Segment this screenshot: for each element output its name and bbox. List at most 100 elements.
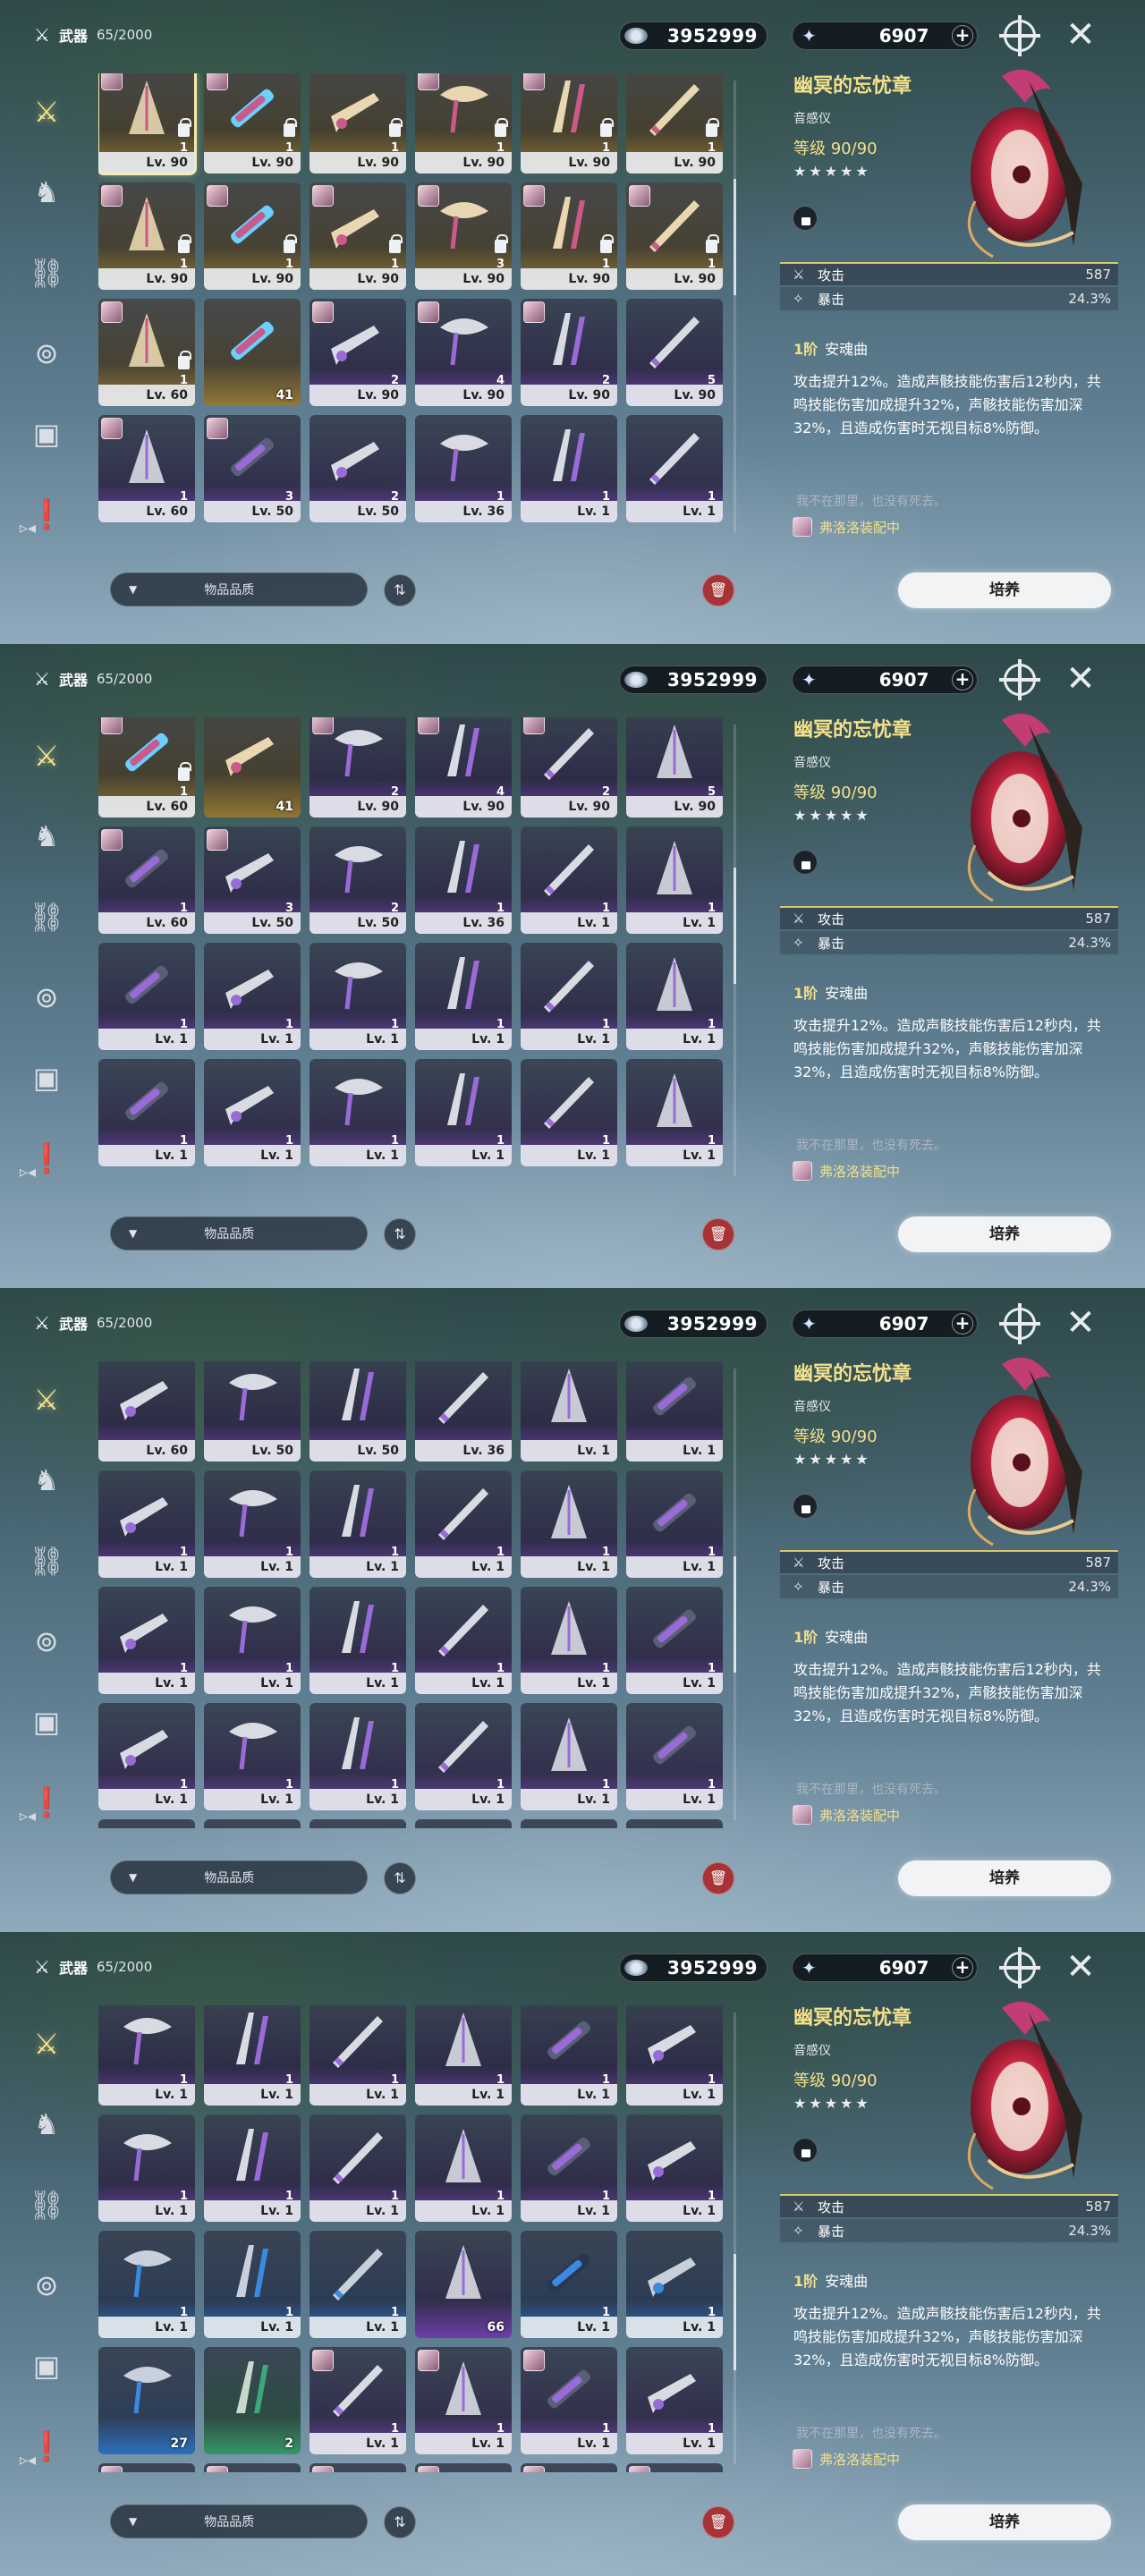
weapon-slot[interactable]: 1 Lv. 1 xyxy=(521,1059,617,1175)
weapon-slot[interactable]: 1 Lv. 1 xyxy=(626,1470,723,1587)
weapon-slot[interactable]: 1 Lv. 1 xyxy=(626,1703,723,1819)
weapon-slot[interactable]: 5 Lv. 90 xyxy=(626,717,723,826)
weapon-slot[interactable]: 1 Lv. 1 xyxy=(415,1059,512,1175)
weapon-slot[interactable]: 1 Lv. 1 xyxy=(521,943,617,1059)
weapon-slot[interactable]: 1 Lv. 1 xyxy=(626,1587,723,1703)
weapon-slot[interactable]: 1 Lv. 1 xyxy=(98,1587,195,1703)
sidebar-item-materials[interactable]: ⊚ xyxy=(20,970,73,1024)
credits-counter[interactable]: 3952999 xyxy=(619,1953,768,1982)
sidebar-item-resources[interactable]: ▣ xyxy=(20,407,73,461)
weapon-slot[interactable]: 1 Lv. 1 xyxy=(521,1703,617,1819)
discard-button[interactable]: 🗑 xyxy=(702,1218,734,1250)
weapon-slot[interactable]: 1 Lv. 60 xyxy=(98,826,195,943)
weapon-slot[interactable]: 1 Lv. 90 xyxy=(204,182,301,299)
weapon-slot[interactable]: 4 Lv. 90 xyxy=(415,717,512,826)
weapon-slot[interactable]: 5 Lv. 90 xyxy=(626,299,723,415)
weapon-slot[interactable]: 1 Lv. 1 xyxy=(310,1059,406,1175)
sidebar-item-weapons[interactable]: ⚔ xyxy=(20,85,73,139)
weapon-slot[interactable]: 2 Lv. 90 xyxy=(310,299,406,415)
weapon-slot[interactable]: 1 Lv. 1 xyxy=(310,2114,406,2231)
weapon-slot[interactable]: 1 Lv. 1 xyxy=(521,2347,617,2463)
sidebar-item-materials[interactable]: ⊚ xyxy=(20,2258,73,2312)
weapon-slot[interactable]: 1 Lv. 1 xyxy=(626,415,723,531)
cultivate-button[interactable]: 培养 xyxy=(898,1216,1111,1252)
weapon-slot[interactable]: 1 Lv. 90 xyxy=(204,73,301,182)
sidebar-item-resources[interactable]: ▣ xyxy=(20,2339,73,2393)
weapon-slot[interactable]: 1 Lv. 60 xyxy=(98,717,195,826)
close-icon[interactable]: ✕ xyxy=(1064,17,1097,53)
sidebar-item-weapons[interactable]: ⚔ xyxy=(20,2017,73,2071)
discard-button[interactable]: 🗑 xyxy=(702,574,734,606)
weapon-slot[interactable] xyxy=(415,2463,512,2472)
weapon-slot[interactable]: 1 Lv. 60 xyxy=(98,299,195,415)
weapon-slot[interactable]: 2 Lv. 50 xyxy=(310,826,406,943)
astrite-counter[interactable]: ✦ 6907 + xyxy=(792,1309,978,1338)
weapon-slot[interactable]: 1 Lv. 1 xyxy=(98,1703,195,1819)
weapon-slot[interactable]: 1 Lv. 1 xyxy=(98,2231,195,2347)
weapon-slot[interactable]: 1 Lv. 1 xyxy=(204,1703,301,1819)
weapon-slot[interactable]: 1 Lv. 60 xyxy=(98,415,195,531)
weapon-slot[interactable]: 1 Lv. 1 xyxy=(415,2005,512,2114)
sidebar-more-icon[interactable]: ▹◂ xyxy=(20,1807,36,1826)
cultivate-button[interactable]: 培养 xyxy=(898,572,1111,608)
sidebar-item-weapons[interactable]: ⚔ xyxy=(20,1373,73,1427)
sidebar-item-echoes[interactable]: ♞ xyxy=(20,809,73,863)
weapon-slot[interactable] xyxy=(310,2463,406,2472)
scrollbar-thumb[interactable] xyxy=(734,179,736,295)
sidebar-item-weapons[interactable]: ⚔ xyxy=(20,729,73,783)
weapon-slot[interactable]: Lv. 50 xyxy=(310,1361,406,1470)
weapon-slot[interactable]: 1 Lv. 1 xyxy=(98,2114,195,2231)
sidebar-more-icon[interactable]: ▹◂ xyxy=(20,519,36,538)
weapon-slot[interactable] xyxy=(521,2463,617,2472)
weapon-slot[interactable]: 1 Lv. 1 xyxy=(204,1470,301,1587)
weapon-slot[interactable]: 1 Lv. 90 xyxy=(626,182,723,299)
weapon-slot[interactable]: 1 Lv. 36 xyxy=(415,826,512,943)
weapon-slot[interactable]: 1 Lv. 1 xyxy=(521,826,617,943)
weapon-slot[interactable]: 1 Lv. 1 xyxy=(521,2114,617,2231)
weapon-slot[interactable]: 1 Lv. 1 xyxy=(415,1703,512,1819)
weapon-slot[interactable]: 2 Lv. 90 xyxy=(521,717,617,826)
weapon-slot[interactable]: 1 Lv. 1 xyxy=(626,2231,723,2347)
scrollbar-thumb[interactable] xyxy=(734,1556,736,1673)
weapon-slot[interactable]: 1 Lv. 1 xyxy=(98,2005,195,2114)
weapon-slot[interactable]: Lv. 1 xyxy=(204,1819,301,1828)
cultivate-button[interactable]: 培养 xyxy=(898,1860,1111,1896)
weapon-slot[interactable]: 1 Lv. 1 xyxy=(415,2347,512,2463)
discard-button[interactable]: 🗑 xyxy=(702,2506,734,2538)
weapon-slot[interactable]: 41 xyxy=(204,717,301,826)
weapon-slot[interactable]: 1 Lv. 1 xyxy=(310,2231,406,2347)
quality-filter[interactable]: ▼ 物品品质 xyxy=(110,1860,368,1894)
weapon-slot[interactable]: Lv. 1 xyxy=(98,1819,195,1828)
weapon-slot[interactable]: 1 Lv. 1 xyxy=(626,943,723,1059)
weapon-slot[interactable]: 1 Lv. 1 xyxy=(521,415,617,531)
weapon-slot[interactable]: 1 Lv. 1 xyxy=(415,1470,512,1587)
weapon-slot[interactable]: 1 Lv. 1 xyxy=(521,2231,617,2347)
sort-order-button[interactable]: ⇅ xyxy=(384,1218,416,1250)
weapon-slot[interactable]: 2 Lv. 50 xyxy=(310,415,406,531)
weapon-slot[interactable]: 1 Lv. 1 xyxy=(415,943,512,1059)
weapon-slot[interactable]: 1 Lv. 90 xyxy=(98,73,197,182)
weapon-slot[interactable]: 3 Lv. 50 xyxy=(204,415,301,531)
add-astrite-button[interactable]: + xyxy=(952,1957,973,1979)
weapon-slot[interactable]: 1 Lv. 1 xyxy=(310,943,406,1059)
grid-scrollbar[interactable] xyxy=(734,1368,736,1820)
lock-toggle[interactable] xyxy=(793,206,818,231)
weapon-slot[interactable] xyxy=(204,2463,301,2472)
weapon-slot[interactable]: 1 Lv. 1 xyxy=(204,2231,301,2347)
sidebar-item-materials[interactable]: ⊚ xyxy=(20,1614,73,1668)
weapon-slot[interactable]: 1 Lv. 90 xyxy=(415,73,512,182)
weapon-slot[interactable]: 1 Lv. 1 xyxy=(310,2005,406,2114)
weapon-slot[interactable]: 1 Lv. 1 xyxy=(521,1470,617,1587)
weapon-slot[interactable]: Lv. 60 xyxy=(98,1361,195,1470)
weapon-slot[interactable]: 1 Lv. 1 xyxy=(521,1587,617,1703)
weapon-slot[interactable]: 66 xyxy=(415,2231,512,2347)
weapon-slot[interactable]: 1 Lv. 1 xyxy=(626,1059,723,1175)
sort-order-button[interactable]: ⇅ xyxy=(384,2506,416,2538)
weapon-slot[interactable]: 1 Lv. 90 xyxy=(310,182,406,299)
astrite-counter[interactable]: ✦ 6907 + xyxy=(792,1953,978,1982)
sidebar-item-echoes[interactable]: ♞ xyxy=(20,165,73,219)
weapon-slot[interactable]: 3 Lv. 50 xyxy=(204,826,301,943)
credits-counter[interactable]: 3952999 xyxy=(619,21,768,50)
sidebar-item-resources[interactable]: ▣ xyxy=(20,1051,73,1105)
quality-filter[interactable]: ▼ 物品品质 xyxy=(110,1216,368,1250)
